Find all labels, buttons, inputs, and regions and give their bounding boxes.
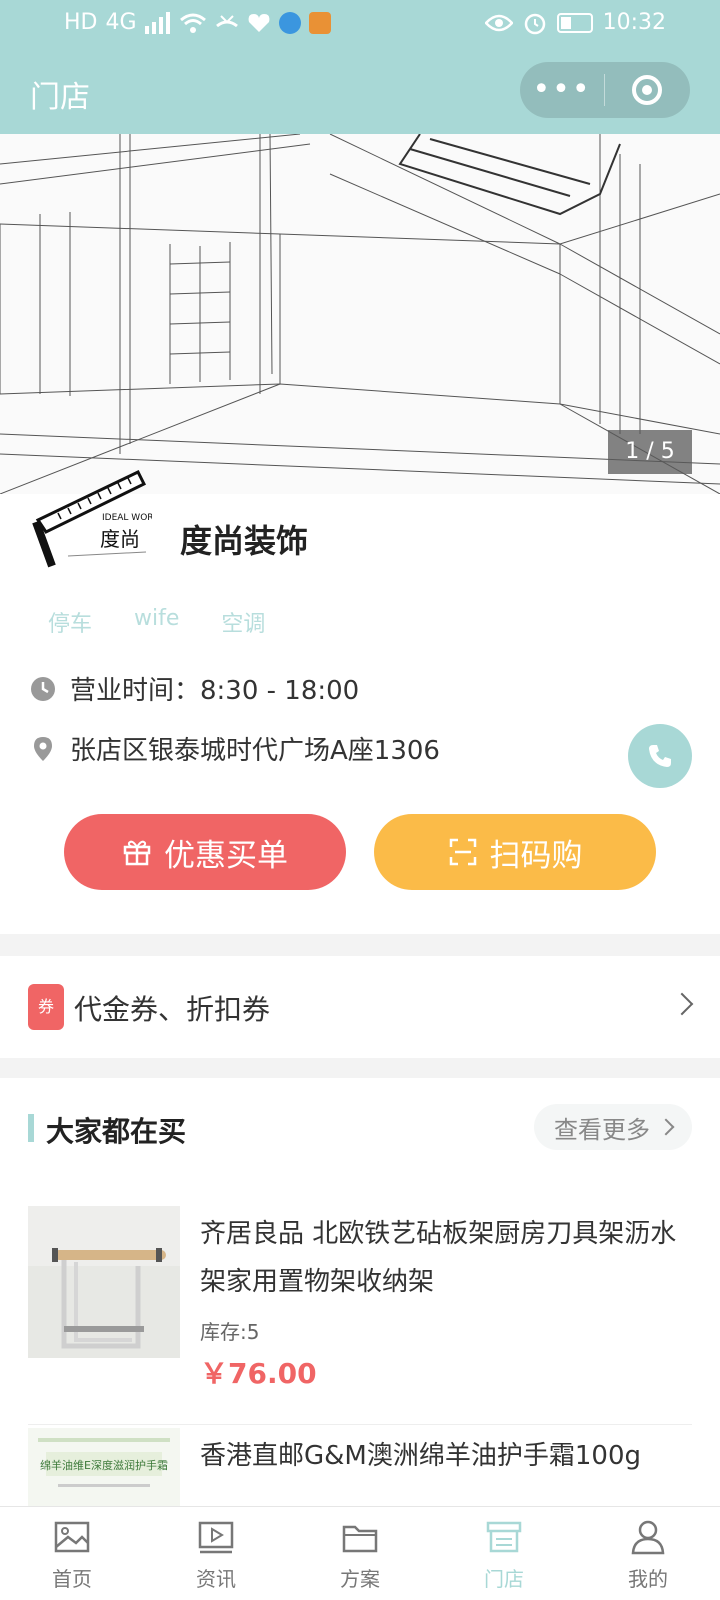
status-time: 10:32: [602, 10, 666, 35]
app-notification-icon: [278, 11, 301, 34]
scan-buy-button[interactable]: 扫码购: [374, 814, 656, 890]
tab-home[interactable]: 首页: [0, 1507, 144, 1600]
missed-call-icon: [215, 14, 238, 27]
battery-icon: [556, 12, 593, 33]
heart-icon: [248, 13, 269, 32]
call-store-button[interactable]: [628, 724, 692, 788]
status-bar: HD 4G 10:32: [0, 0, 720, 48]
banner-carousel[interactable]: 1 / 5: [0, 134, 720, 494]
store-logo: IDEAL WORLD 度尚: [32, 470, 152, 568]
section-spacer: [0, 1058, 720, 1078]
hand-cream-image-text: 绵羊油维E深度滋润护手霜: [40, 1458, 168, 1472]
network-label: HD: [64, 10, 98, 35]
user-icon: [631, 1520, 665, 1555]
hand-cream-image: 绵羊油维E深度滋润护手霜: [28, 1428, 180, 1508]
product-stock: 库存:5: [200, 1320, 260, 1344]
chevron-right-icon: [670, 992, 694, 1016]
video-icon: [198, 1521, 234, 1554]
nav-bar: 门店 •••: [0, 48, 720, 134]
tab-label: 门店: [484, 1567, 524, 1591]
product-card[interactable]: 绵羊油维E深度滋润护手霜 香港直邮G&M澳洲绵羊油护手霜100g: [0, 1428, 720, 1508]
tab-label: 首页: [52, 1567, 92, 1591]
status-left-group: HD 4G: [64, 10, 331, 35]
signal-label: 4G: [105, 10, 137, 35]
folder-icon: [342, 1525, 378, 1553]
tab-label: 我的: [628, 1567, 668, 1591]
tab-store[interactable]: 门店: [432, 1507, 576, 1600]
popular-section-header: 大家都在买 查看更多: [0, 1100, 720, 1160]
tab-plans[interactable]: 方案: [288, 1507, 432, 1600]
video-app-icon: [308, 11, 331, 34]
knife-rack-image: [28, 1206, 180, 1358]
close-mini-program-button[interactable]: [605, 75, 689, 105]
view-more-button[interactable]: 查看更多: [534, 1104, 692, 1150]
product-image: 绵羊油维E深度滋润护手霜: [28, 1428, 180, 1508]
section-title: 大家都在买: [46, 1115, 187, 1148]
address-text: 张店区银泰城时代广场A座1306: [70, 736, 440, 766]
product-title: 齐居良品 北欧铁艺砧板架厨房刀具架沥水架家用置物架收纳架: [200, 1219, 677, 1297]
product-card[interactable]: 齐居良品 北欧铁艺砧板架厨房刀具架沥水架家用置物架收纳架 库存:5 ￥76.00: [0, 1206, 720, 1428]
product-image: [28, 1206, 180, 1358]
scan-buy-label: 扫码购: [489, 837, 583, 874]
product-title: 香港直邮G&M澳洲绵羊油护手霜100g: [200, 1441, 641, 1471]
store-icon: [486, 1521, 522, 1553]
page-title: 门店: [30, 80, 90, 115]
logo-subtext: 度尚: [100, 527, 140, 551]
business-hours-row: 营业时间：8:30 - 18:00: [30, 670, 359, 707]
scan-icon: [449, 838, 476, 866]
wifi-icon: [179, 13, 206, 33]
section-accent-bar: [28, 1114, 34, 1142]
tag-item: wife: [134, 606, 180, 631]
store-name: 度尚装饰: [180, 522, 309, 560]
discount-pay-button[interactable]: 优惠买单: [64, 814, 346, 890]
carousel-pager: 1 / 5: [608, 430, 692, 474]
product-price: ￥76.00: [200, 1357, 317, 1390]
tag-item: 空调: [221, 612, 266, 637]
image-icon: [54, 1521, 90, 1553]
tab-label: 资讯: [196, 1567, 236, 1591]
bottom-tab-bar: 首页 资讯 方案 门店 我的: [0, 1506, 720, 1600]
location-pin-icon: [34, 736, 52, 761]
tag-item: 停车: [48, 612, 93, 637]
tab-profile[interactable]: 我的: [576, 1507, 720, 1600]
view-more-label: 查看更多: [554, 1115, 650, 1144]
coupon-badge: 券: [28, 984, 64, 1030]
discount-pay-label: 优惠买单: [164, 837, 288, 874]
business-hours-text: 营业时间：8:30 - 18:00: [70, 676, 360, 706]
facility-tags: 停车 wife 空调: [48, 606, 265, 638]
gift-icon: [123, 840, 151, 866]
alarm-icon: [524, 13, 545, 34]
chevron-right-icon: [657, 1118, 675, 1136]
target-icon: [632, 75, 662, 105]
clock-icon: [31, 676, 55, 701]
tab-label: 方案: [340, 1567, 380, 1591]
coupon-row[interactable]: 券 代金券、折扣券: [0, 956, 720, 1058]
product-divider: [28, 1424, 692, 1425]
address-row[interactable]: 张店区银泰城时代广场A座1306: [30, 730, 440, 767]
section-spacer: [0, 934, 720, 956]
coupon-label: 代金券、折扣券: [74, 993, 271, 1026]
more-options-button[interactable]: •••: [520, 62, 604, 118]
mini-program-capsule: •••: [520, 62, 690, 118]
logo-text: IDEAL WORLD: [102, 513, 152, 523]
phone-icon: [649, 745, 671, 767]
store-header: IDEAL WORLD 度尚 度尚装饰: [28, 470, 692, 580]
status-right-group: 10:32: [484, 10, 666, 35]
signal-icon: [144, 11, 170, 34]
eye-icon: [484, 14, 513, 31]
tab-news[interactable]: 资讯: [144, 1507, 288, 1600]
